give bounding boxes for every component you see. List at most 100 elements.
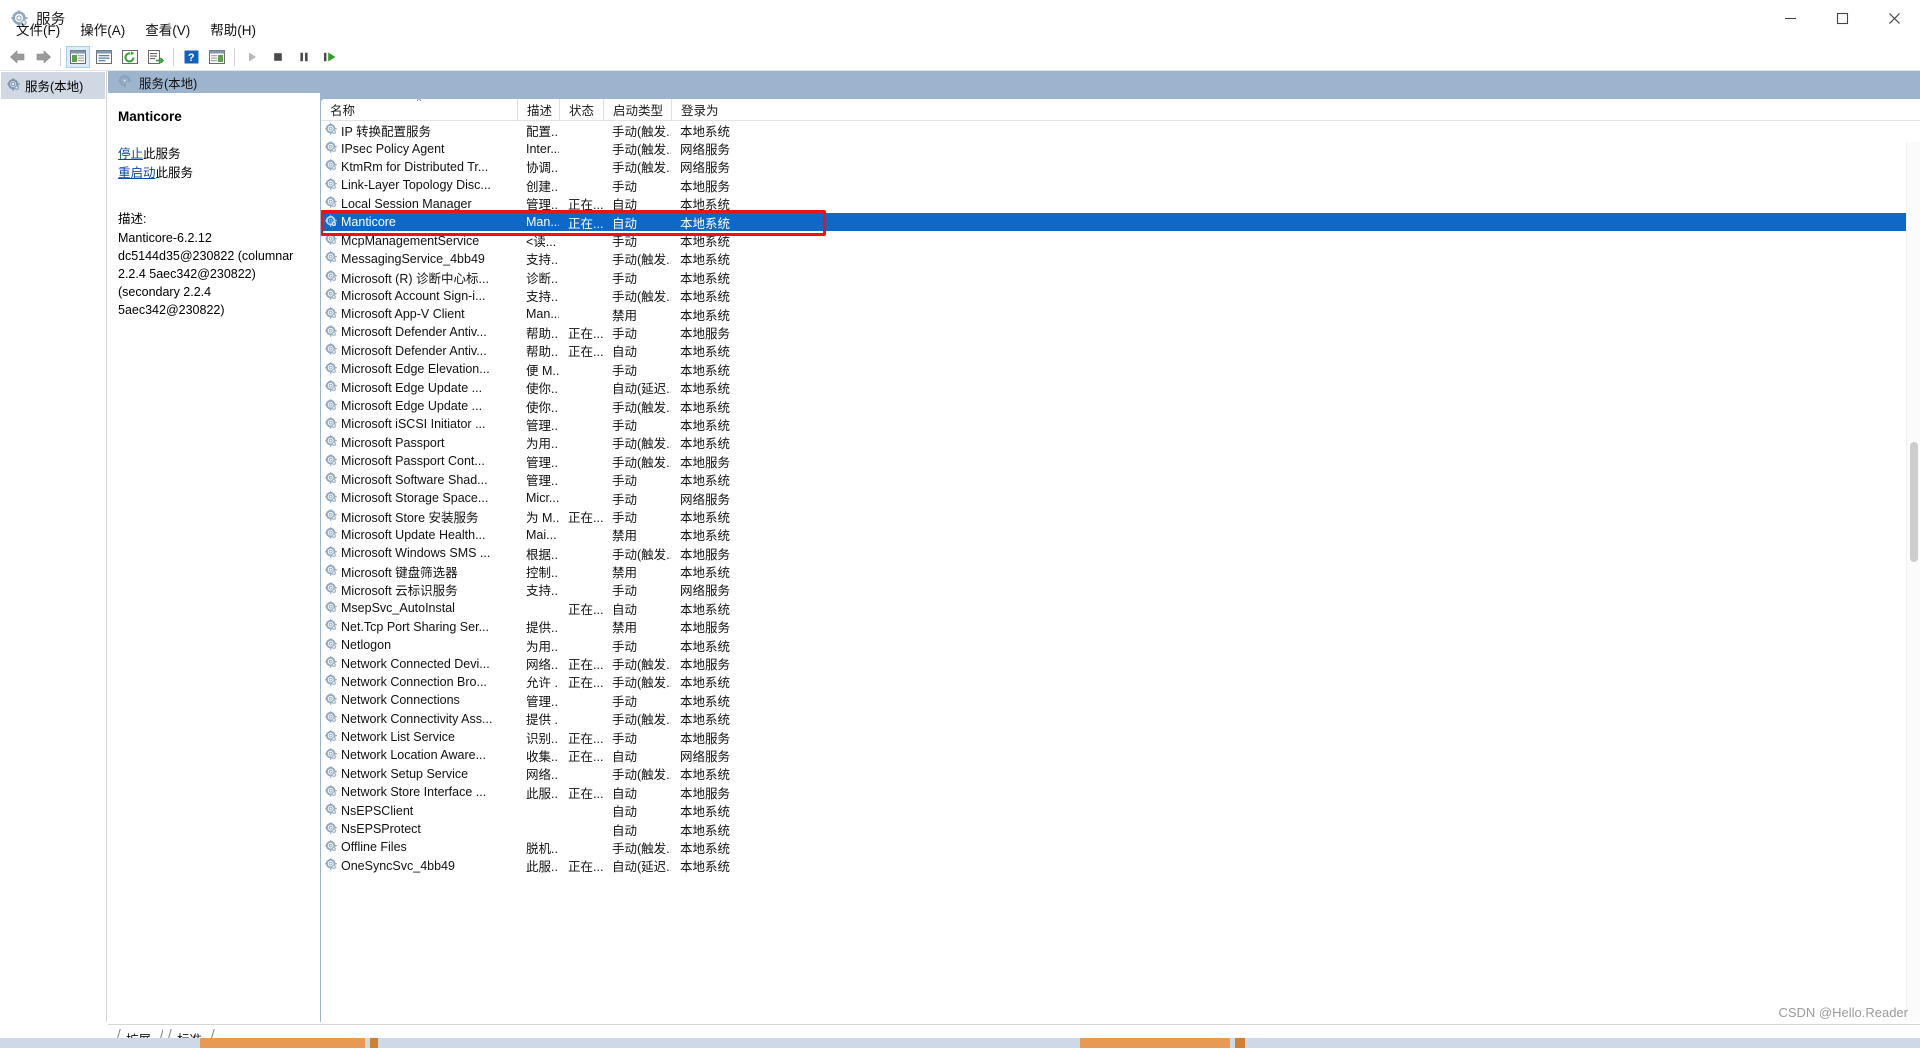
cell-log-on-as: 本地系统 xyxy=(680,382,731,397)
restart-service-link-text: 重启动 xyxy=(118,165,156,180)
table-row[interactable]: Microsoft Account Sign-i... 支持... 手动(触发...… xyxy=(321,287,1920,305)
table-row[interactable]: Microsoft Edge Elevation... 便 M... 手动 本地系统 xyxy=(321,360,1920,378)
table-row[interactable]: Microsoft Passport 为用... 手动(触发... 本地系统 xyxy=(321,434,1920,452)
cell-status xyxy=(559,636,603,654)
table-row[interactable]: Network Connections 管理... 手动 本地系统 xyxy=(321,691,1920,709)
column-header-name[interactable]: 名称 ^ xyxy=(321,99,517,121)
stop-service-link[interactable]: 停止此服务 xyxy=(118,145,308,163)
table-row[interactable]: Microsoft Windows SMS ... 根据... 手动(触发... 本地… xyxy=(321,544,1920,562)
menu-help[interactable]: 帮助(H) xyxy=(200,17,266,41)
taskbar-item[interactable] xyxy=(200,1038,365,1048)
back-button[interactable] xyxy=(5,46,29,68)
cell-service-name: Microsoft Edge Update ... xyxy=(321,397,517,415)
cell-description: 使你... xyxy=(526,382,559,397)
table-row[interactable]: MessagingService_4bb49 支持... 手动(触发... 本地系统 xyxy=(321,250,1920,268)
menu-file[interactable]: 文件(F) xyxy=(6,17,70,41)
refresh-button[interactable] xyxy=(118,46,142,68)
cell-service-name: Network Connectivity Ass... xyxy=(321,710,517,728)
table-row[interactable]: Network List Service 识别... 正在... 手动 本地服务 xyxy=(321,728,1920,746)
cell-description: <读... xyxy=(526,235,557,250)
column-header-startup-type[interactable]: 启动类型 xyxy=(603,99,671,121)
table-row[interactable]: Microsoft 键盘筛选器 控制... 禁用 本地系统 xyxy=(321,562,1920,580)
forward-button[interactable] xyxy=(31,46,55,68)
cell-status xyxy=(559,581,603,599)
table-row[interactable]: Microsoft Software Shad... 管理... 手动 本地系统 xyxy=(321,470,1920,488)
table-row[interactable]: Link-Layer Topology Disc... 创建... 手动 本地服务 xyxy=(321,176,1920,194)
start-service-button[interactable] xyxy=(240,46,264,68)
table-row[interactable]: Netlogon 为用... 手动 本地系统 xyxy=(321,636,1920,654)
table-row[interactable]: Manticore Man... 正在... 自动 本地系统 xyxy=(321,212,1920,232)
stop-service-button[interactable] xyxy=(266,46,290,68)
table-row[interactable]: Net.Tcp Port Sharing Ser... 提供... 禁用 本地服务 xyxy=(321,618,1920,636)
cell-service-name: Microsoft iSCSI Initiator ... xyxy=(321,415,517,433)
table-row[interactable]: Microsoft Edge Update ... 使你... 手动(触发... 本地… xyxy=(321,397,1920,415)
taskbar-item[interactable] xyxy=(1080,1038,1230,1048)
table-row[interactable]: Offline Files 脱机... 手动(触发... 本地系统 xyxy=(321,838,1920,856)
service-name-label: Microsoft Software Shad... xyxy=(341,472,488,487)
taskbar-item[interactable] xyxy=(370,1038,378,1048)
cell-service-name: Manticore xyxy=(321,213,517,231)
column-header-description[interactable]: 描述 xyxy=(517,99,559,121)
cell-status: 正在... xyxy=(568,345,603,360)
cell-service-name: Microsoft Store 安装服务 xyxy=(321,507,517,525)
table-row[interactable]: Microsoft iSCSI Initiator ... 管理... 手动 本地系统 xyxy=(321,415,1920,433)
table-row[interactable]: Network Setup Service 网络... 手动(触发... 本地系统 xyxy=(321,765,1920,783)
restart-service-link[interactable]: 重启动此服务 xyxy=(118,164,308,182)
help-question-icon[interactable]: ? xyxy=(179,46,203,68)
properties-button[interactable] xyxy=(92,46,116,68)
window-vertical-scrollbar[interactable] xyxy=(1906,142,1920,1048)
cell-log-on-as: 本地系统 xyxy=(680,510,731,525)
cell-log-on-as: 本地系统 xyxy=(680,418,731,433)
cell-log-on-as: 本地系统 xyxy=(680,805,731,820)
menu-action[interactable]: 操作(A) xyxy=(70,17,135,41)
column-header-log-on-as[interactable]: 登录为 xyxy=(671,99,735,121)
table-row[interactable]: Network Connectivity Ass... 提供 ... 手动(触发..… xyxy=(321,710,1920,728)
restart-service-button[interactable] xyxy=(318,46,342,68)
export-list-button[interactable] xyxy=(144,46,168,68)
table-row[interactable]: Microsoft Defender Antiv... 帮助... 正在... 手动 本… xyxy=(321,323,1920,341)
cell-service-name: Microsoft Storage Space... xyxy=(321,489,517,507)
table-row[interactable]: Microsoft App-V Client Man... 禁用 本地系统 xyxy=(321,305,1920,323)
table-row[interactable]: Network Store Interface ... 此服... 正在... 自动 本… xyxy=(321,783,1920,801)
cell-description: Micr... xyxy=(526,491,559,505)
service-gear-icon xyxy=(325,784,337,800)
table-row[interactable]: Microsoft Defender Antiv... 帮助... 正在... 自动 本… xyxy=(321,342,1920,360)
table-row[interactable]: Microsoft Passport Cont... 管理... 手动(触发... 本… xyxy=(321,452,1920,470)
table-row[interactable]: Network Location Aware... 收集... 正在... 自动 网络服… xyxy=(321,746,1920,764)
table-row[interactable]: OneSyncSvc_4bb49 此服... 正在... 自动(延迟... 本地系统 xyxy=(321,857,1920,875)
cell-description: 帮助... xyxy=(526,345,559,360)
column-header-status[interactable]: 状态 xyxy=(559,99,603,121)
table-row[interactable]: MsepSvc_AutoInstal 正在... 自动 本地系统 xyxy=(321,599,1920,617)
table-row[interactable]: NsEPSProtect 自动 本地系统 xyxy=(321,820,1920,838)
table-row[interactable]: Local Session Manager 管理... 正在... 自动 本地系统 xyxy=(321,195,1920,213)
table-row[interactable]: Microsoft Store 安装服务 为 M... 正在... 手动 本地系统 xyxy=(321,507,1920,525)
tree-item-services-local[interactable]: 服务(本地) xyxy=(1,72,105,99)
show-hide-tree-button[interactable] xyxy=(66,46,90,68)
cell-description: 控制... xyxy=(526,566,559,581)
table-row[interactable]: Microsoft Storage Space... Micr... 手动 网络服务 xyxy=(321,489,1920,507)
table-row[interactable]: Microsoft (R) 诊断中心标... 诊断... 手动 本地系统 xyxy=(321,268,1920,286)
table-row[interactable]: Network Connection Bro... 允许 ... 正在... 手动(触… xyxy=(321,673,1920,691)
pause-service-button[interactable] xyxy=(292,46,316,68)
cell-startup-type: 自动 xyxy=(612,198,638,213)
table-row[interactable]: IPsec Policy Agent Inter... 手动(触发... 网络服务 xyxy=(321,139,1920,157)
table-row[interactable]: McpManagementService <读... 手动 本地系统 xyxy=(321,231,1920,249)
cell-startup-type: 手动 xyxy=(612,235,638,250)
table-row[interactable]: Network Connected Devi... 网络... 正在... 手动(触发… xyxy=(321,654,1920,672)
cell-log-on-as: 本地系统 xyxy=(680,713,731,728)
taskbar-item[interactable] xyxy=(1235,1038,1245,1048)
cell-startup-type: 自动 xyxy=(612,749,638,764)
table-row[interactable]: NsEPSClient 自动 本地系统 xyxy=(321,801,1920,819)
show-action-pane-button[interactable] xyxy=(205,46,229,68)
menu-view[interactable]: 查看(V) xyxy=(135,17,200,41)
table-row[interactable]: Microsoft 云标识服务 支持... 手动 网络服务 xyxy=(321,581,1920,599)
table-row[interactable]: Microsoft Edge Update ... 使你... 自动(延迟... 本地… xyxy=(321,378,1920,396)
service-gear-icon xyxy=(325,840,337,855)
restart-service-link-rest: 此服务 xyxy=(155,165,194,180)
table-row[interactable]: Microsoft Update Health... Mai... 禁用 本地系统 xyxy=(321,526,1920,544)
table-row[interactable]: IP 转换配置服务 配置... 手动(触发... 本地系统 xyxy=(321,121,1920,139)
service-gear-icon xyxy=(325,141,337,156)
scrollbar-thumb[interactable] xyxy=(1910,442,1918,562)
table-row[interactable]: KtmRm for Distributed Tr... 协调... 手动(触发...… xyxy=(321,158,1920,176)
service-gear-icon xyxy=(325,729,337,745)
